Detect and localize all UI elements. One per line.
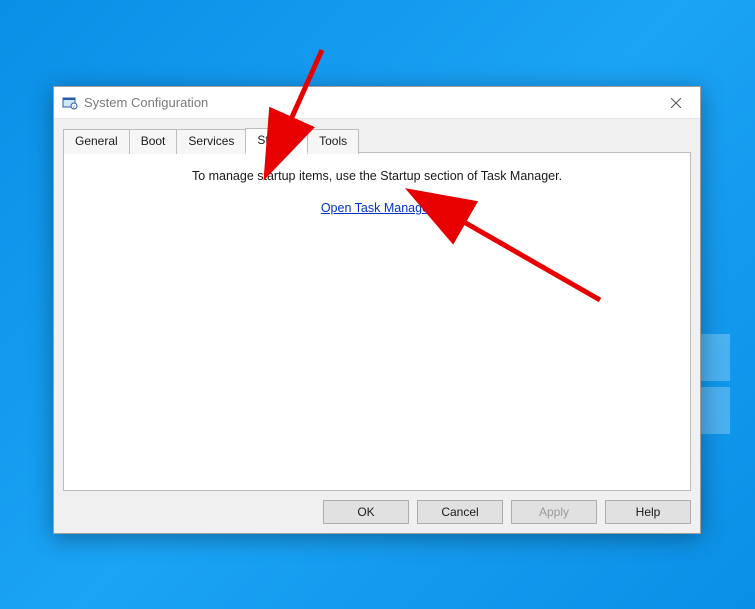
- tab-tools[interactable]: Tools: [307, 129, 359, 154]
- button-row: OK Cancel Apply Help: [63, 491, 691, 524]
- startup-message: To manage startup items, use the Startup…: [82, 169, 672, 183]
- system-configuration-window: ✓ System Configuration General Boot Serv…: [53, 86, 701, 534]
- cancel-button[interactable]: Cancel: [417, 500, 503, 524]
- help-button[interactable]: Help: [605, 500, 691, 524]
- app-icon: ✓: [62, 95, 78, 111]
- ok-button[interactable]: OK: [323, 500, 409, 524]
- window-title: System Configuration: [84, 95, 656, 110]
- tab-general[interactable]: General: [63, 129, 130, 154]
- client-area: General Boot Services Startup Tools To m…: [54, 119, 700, 533]
- startup-pane: To manage startup items, use the Startup…: [63, 152, 691, 491]
- tab-boot[interactable]: Boot: [129, 129, 178, 154]
- svg-text:✓: ✓: [72, 104, 75, 109]
- tab-startup[interactable]: Startup: [245, 128, 308, 153]
- titlebar[interactable]: ✓ System Configuration: [54, 87, 700, 119]
- close-button[interactable]: [656, 91, 696, 115]
- open-task-manager-link[interactable]: Open Task Manager: [321, 201, 433, 215]
- tabs-strip: General Boot Services Startup Tools: [63, 128, 691, 153]
- tab-services[interactable]: Services: [176, 129, 246, 154]
- apply-button[interactable]: Apply: [511, 500, 597, 524]
